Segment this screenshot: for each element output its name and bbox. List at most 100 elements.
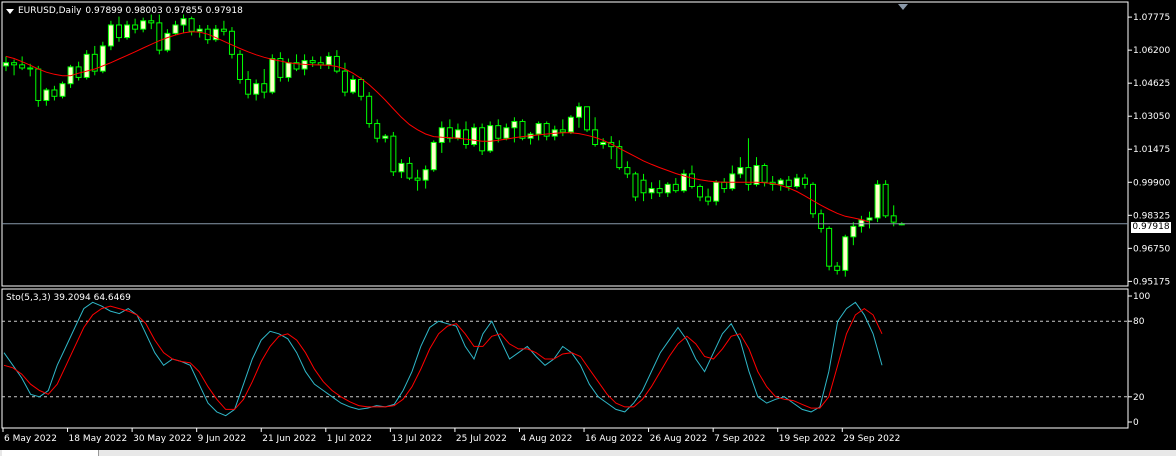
- candle-bullish: [664, 183, 671, 194]
- date-tick-label: 9 Jun 2022: [198, 434, 246, 444]
- candle-bullish: [575, 106, 582, 118]
- candle-bearish: [882, 183, 889, 217]
- candle-bullish: [99, 45, 106, 72]
- candle-bullish: [43, 89, 50, 101]
- candle-bearish: [148, 20, 155, 24]
- price-tick-label: 1.04625: [1133, 79, 1170, 89]
- date-tick-label: 18 May 2022: [69, 434, 128, 444]
- candle-bearish: [479, 127, 486, 152]
- candle-bearish: [188, 18, 195, 32]
- dropdown-arrow-icon[interactable]: [6, 8, 14, 14]
- candle-bearish: [721, 181, 728, 190]
- candle-bearish: [220, 28, 227, 32]
- candle-bearish: [810, 183, 816, 215]
- candle-bearish: [519, 120, 526, 139]
- candle-bearish: [462, 129, 469, 146]
- candle-bullish: [422, 169, 429, 181]
- candle-bearish: [826, 227, 833, 267]
- candle-bearish: [261, 83, 268, 93]
- price-tick-label: 1.06200: [1133, 46, 1170, 56]
- candle-bearish: [495, 125, 502, 139]
- date-tick-label: 25 Jul 2022: [456, 434, 507, 444]
- candle-bearish: [35, 68, 42, 101]
- date-tick-label: 21 Jun 2022: [262, 434, 316, 444]
- candle-bullish: [850, 225, 857, 238]
- date-tick-label: 16 Aug 2022: [585, 434, 643, 444]
- chart-canvas[interactable]: 1.07775 1.06200 1.04625 1.03050 1.01475 0.999…: [0, 0, 1176, 456]
- candle-bearish: [672, 183, 679, 192]
- stochastic-tick-label: 80: [1133, 317, 1145, 327]
- candle-bearish: [11, 62, 18, 66]
- date-tick-label: 6 May 2022: [4, 434, 57, 444]
- candle-bearish: [697, 185, 704, 198]
- candle-bearish: [584, 106, 591, 131]
- price-tick-label: 0.98325: [1133, 211, 1170, 221]
- candle-bearish: [705, 196, 712, 202]
- chart-shift-marker-icon[interactable]: [898, 4, 908, 10]
- candle-bullish: [124, 24, 131, 39]
- candle-bearish: [51, 89, 58, 97]
- price-tick-label: 1.01475: [1133, 145, 1170, 155]
- candle-bearish: [559, 129, 566, 133]
- candle-bearish: [761, 164, 768, 183]
- candle-bullish: [180, 18, 187, 26]
- candle-bullish: [140, 20, 147, 30]
- candle-bullish: [350, 79, 357, 93]
- price-tick-label: 0.96750: [1133, 244, 1170, 254]
- candle-bullish: [874, 183, 881, 219]
- candle-bearish: [75, 66, 82, 78]
- stochastic-tick-label: 100: [1133, 292, 1150, 302]
- candle-bearish: [446, 127, 453, 139]
- candle-bullish: [713, 181, 720, 202]
- candle-bullish: [842, 236, 849, 271]
- candle-bullish: [196, 28, 203, 32]
- candle-bullish: [535, 123, 542, 135]
- ohlc-values: 0.97899 0.98003 0.97855 0.97918: [85, 6, 243, 16]
- candle-bullish: [398, 162, 405, 173]
- candle-bearish: [640, 179, 647, 194]
- date-tick-label: 26 Aug 2022: [650, 434, 708, 444]
- current-price-tag: 0.97918: [1131, 222, 1171, 233]
- symbol-label: EURUSD,Daily: [18, 6, 82, 16]
- date-tick-label: 1 Jul 2022: [327, 434, 372, 444]
- candle-bullish: [793, 177, 800, 187]
- candle-bearish: [19, 64, 26, 69]
- candle-bearish: [374, 123, 381, 139]
- candle-bearish: [245, 79, 252, 95]
- candle-bullish: [600, 141, 607, 146]
- tab-strip: [0, 450, 1176, 456]
- candle-bearish: [890, 215, 897, 223]
- chart-tab[interactable]: [2, 450, 99, 456]
- candle-bullish: [325, 55, 332, 66]
- stochastic-tick-label: 0: [1133, 418, 1139, 428]
- candle-bullish: [858, 219, 865, 227]
- chart-title[interactable]: EURUSD,Daily 0.97899 0.98003 0.97855 0.9…: [6, 6, 243, 16]
- candle-bullish: [866, 217, 873, 221]
- candle-bullish: [753, 164, 760, 185]
- price-tick-label: 1.03050: [1133, 112, 1170, 122]
- date-tick-label: 30 May 2022: [133, 434, 192, 444]
- candle-bullish: [454, 129, 461, 139]
- candle-bullish: [253, 83, 260, 95]
- candle-bearish: [406, 162, 413, 179]
- candle-bearish: [390, 135, 397, 173]
- candle-bearish: [27, 67, 34, 70]
- candle-bullish: [3, 62, 9, 67]
- price-axis: 1.07775 1.06200 1.04625 1.03050 1.01475 0.999…: [1128, 13, 1170, 287]
- candle-bullish: [382, 135, 389, 139]
- candle-bearish: [414, 177, 421, 181]
- stochastic-tick-label: 20: [1133, 393, 1145, 403]
- candle-bearish: [624, 167, 631, 175]
- price-tick-label: 0.95175: [1133, 277, 1170, 287]
- candle-bearish: [632, 173, 639, 198]
- candle-bearish: [801, 177, 808, 185]
- candle-bearish: [785, 179, 792, 187]
- candle-bullish: [648, 188, 655, 194]
- candle-bullish: [59, 83, 66, 97]
- candle-bullish: [438, 127, 445, 143]
- stochastic-label: Sto(5,3,3) 39.2094 64.6469: [6, 293, 131, 303]
- candle-bullish: [172, 24, 179, 34]
- candle-bearish: [366, 95, 373, 125]
- candle-bearish: [115, 24, 122, 39]
- candle-bullish: [83, 53, 90, 78]
